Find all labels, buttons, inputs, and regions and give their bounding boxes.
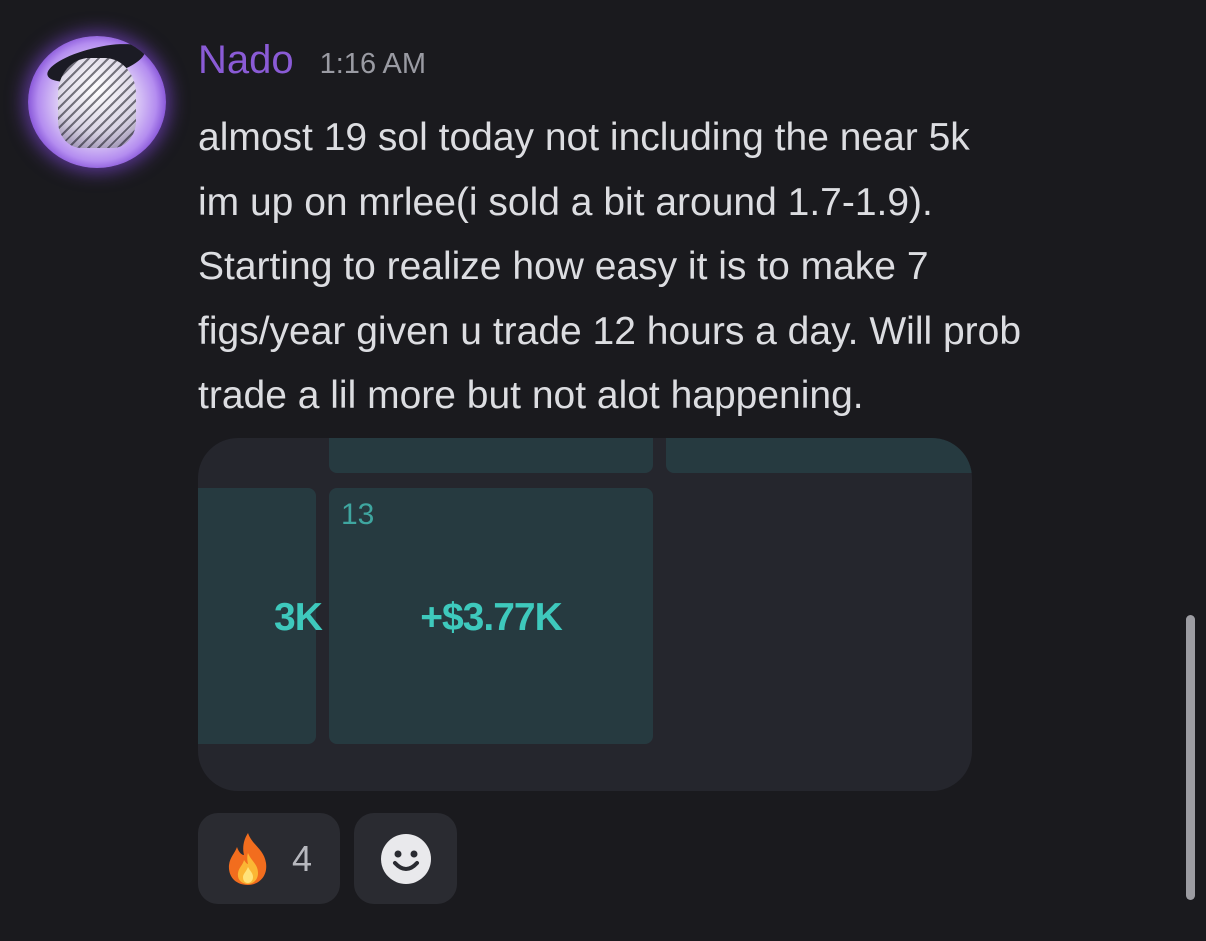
fire-icon [228,832,267,885]
day-number: 13 [341,498,375,531]
scrollbar-thumb[interactable] [1186,615,1195,900]
reactions-bar: 4 [198,813,457,904]
chat-screen: Nado 1:16 AM almost 19 sol today not inc… [0,0,1206,941]
pnl-value-partial: 3K [274,596,323,639]
add-reaction-button[interactable] [354,813,457,904]
reaction-count: 4 [292,837,313,879]
avatar-figure-art [58,58,136,148]
message-line: Starting to realize how easy it is to ma… [198,245,929,288]
message-text: almost 19 sol today not including the ne… [198,106,1188,429]
pnl-value: +$3.77K [420,596,563,639]
message-line: trade a lil more but not alot happening. [198,374,864,417]
calendar-cell [329,438,653,473]
image-attachment[interactable]: 3K 13 +$3.77K [198,438,972,791]
message-line: almost 19 sol today not including the ne… [198,116,970,159]
message-line: im up on mrlee(i sold a bit around 1.7-1… [198,180,933,224]
calendar-cell: 3K [198,488,323,744]
message-line: figs/year given u trade 12 hours a day. … [198,309,1022,353]
message-header: Nado 1:16 AM [198,38,426,83]
username[interactable]: Nado [198,38,294,83]
user-avatar[interactable] [28,36,166,168]
calendar-cell-day-13: 13 +$3.77K [329,488,653,744]
fire-reaction-button[interactable]: 4 [198,813,340,904]
calendar-cell [666,438,972,473]
smiley-add-reaction-icon [380,833,431,884]
message-timestamp: 1:16 AM [319,48,427,80]
